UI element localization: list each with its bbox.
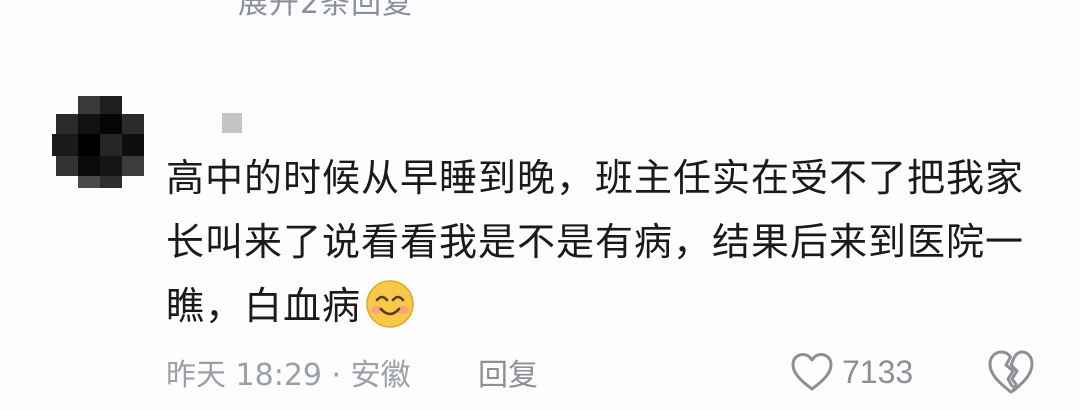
like-count: 7133: [842, 353, 914, 390]
comment-meta: 昨天 18:29 · 安徽: [166, 358, 411, 393]
like-button[interactable]: 7133: [790, 346, 913, 398]
smiling-face-icon: [366, 280, 414, 328]
avatar[interactable]: [52, 96, 150, 188]
comment-text: 高中的时候从早睡到晚，班主任实在受不了把我家长叫来了说看看我是不是有病，结果后来…: [166, 156, 1025, 328]
expand-replies-link[interactable]: 展开2条回复: [238, 0, 413, 22]
username-redacted[interactable]: [222, 113, 242, 133]
comment-body: 高中的时候从早睡到晚，班主任实在受不了把我家长叫来了说看看我是不是有病，结果后来…: [166, 146, 1046, 338]
comment-page: 展开2条回复 高中的时候从早睡到晚，班主任实在受不了把我家长叫来了说看看我是不是…: [0, 0, 1080, 410]
broken-heart-icon[interactable]: [985, 346, 1037, 398]
reply-button[interactable]: 回复: [478, 350, 538, 394]
heart-outline-icon[interactable]: [790, 352, 834, 392]
